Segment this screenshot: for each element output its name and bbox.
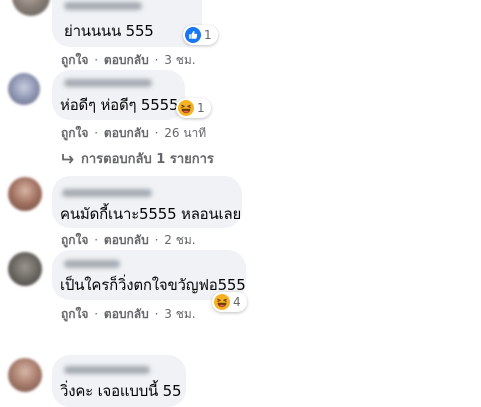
reaction-badge[interactable]: 4	[212, 292, 247, 312]
author-name-blurred[interactable]	[64, 2, 142, 10]
separator-dot: ·	[94, 126, 99, 140]
like-icon	[185, 27, 201, 43]
comment-actions: ถูกใจ · ตอบกลับ · 2 ชม.	[61, 231, 196, 250]
comment-actions: ถูกใจ · ตอบกลับ · 3 ชม.	[61, 305, 196, 324]
view-replies-link[interactable]: การตอบกลับ 1 รายการ	[61, 148, 214, 169]
comment-actions: ถูกใจ · ตอบกลับ · 3 ชม.	[61, 51, 196, 70]
like-link[interactable]: ถูกใจ	[61, 233, 88, 247]
reply-link[interactable]: ตอบกลับ	[104, 233, 149, 247]
author-name-blurred[interactable]	[64, 366, 150, 374]
view-replies-label: การตอบกลับ 1 รายการ	[81, 152, 214, 167]
author-name-blurred[interactable]	[64, 260, 120, 268]
comment-text: คนมัดกี้เนาะ5555 หลอนเลย	[60, 205, 242, 223]
separator-dot: ·	[154, 307, 159, 321]
author-name-blurred[interactable]	[62, 189, 152, 197]
separator-dot: ·	[154, 233, 159, 247]
timestamp-link[interactable]: 26 นาที	[164, 126, 206, 140]
like-link[interactable]: ถูกใจ	[61, 126, 88, 140]
timestamp-link[interactable]: 3 ชม.	[164, 307, 195, 321]
reply-link[interactable]: ตอบกลับ	[104, 53, 149, 67]
reaction-count: 4	[233, 295, 241, 309]
separator-dot: ·	[94, 233, 99, 247]
timestamp-link[interactable]: 3 ชม.	[164, 53, 195, 67]
reply-link[interactable]: ตอบกลับ	[104, 307, 149, 321]
avatar[interactable]	[8, 73, 40, 105]
haha-icon	[178, 100, 194, 116]
comment-text: ห่อดีๆ ห่อดีๆ 5555	[60, 96, 179, 114]
comment-text: วิ่งคะ เจอแบบนี้ 55	[60, 382, 182, 400]
avatar[interactable]	[8, 252, 42, 286]
avatar[interactable]	[12, 0, 50, 16]
like-link[interactable]: ถูกใจ	[61, 307, 88, 321]
timestamp-link[interactable]: 2 ชม.	[164, 233, 195, 247]
author-name-blurred[interactable]	[64, 79, 152, 87]
separator-dot: ·	[154, 126, 159, 140]
comment-text: ย่านนนน 555	[64, 22, 154, 40]
avatar[interactable]	[8, 177, 42, 211]
reply-link[interactable]: ตอบกลับ	[104, 126, 149, 140]
reaction-badge[interactable]: 1	[183, 25, 218, 45]
comment-bubble: ห่อดีๆ ห่อดีๆ 5555	[52, 70, 185, 120]
avatar[interactable]	[8, 358, 42, 392]
comment-bubble: วิ่งคะ เจอแบบนี้ 55	[52, 355, 186, 407]
reaction-count: 1	[204, 28, 212, 42]
comment-actions: ถูกใจ · ตอบกลับ · 26 นาที	[61, 124, 206, 143]
separator-dot: ·	[94, 53, 99, 67]
separator-dot: ·	[94, 307, 99, 321]
reply-arrow-icon	[62, 153, 74, 164]
haha-icon	[214, 294, 230, 310]
separator-dot: ·	[154, 53, 159, 67]
comment-bubble: ย่านนนน 555	[52, 0, 202, 47]
comment-bubble: คนมัดกี้เนาะ5555 หลอนเลย	[52, 176, 242, 228]
like-link[interactable]: ถูกใจ	[61, 53, 88, 67]
reaction-count: 1	[197, 101, 205, 115]
reaction-badge[interactable]: 1	[176, 98, 211, 118]
